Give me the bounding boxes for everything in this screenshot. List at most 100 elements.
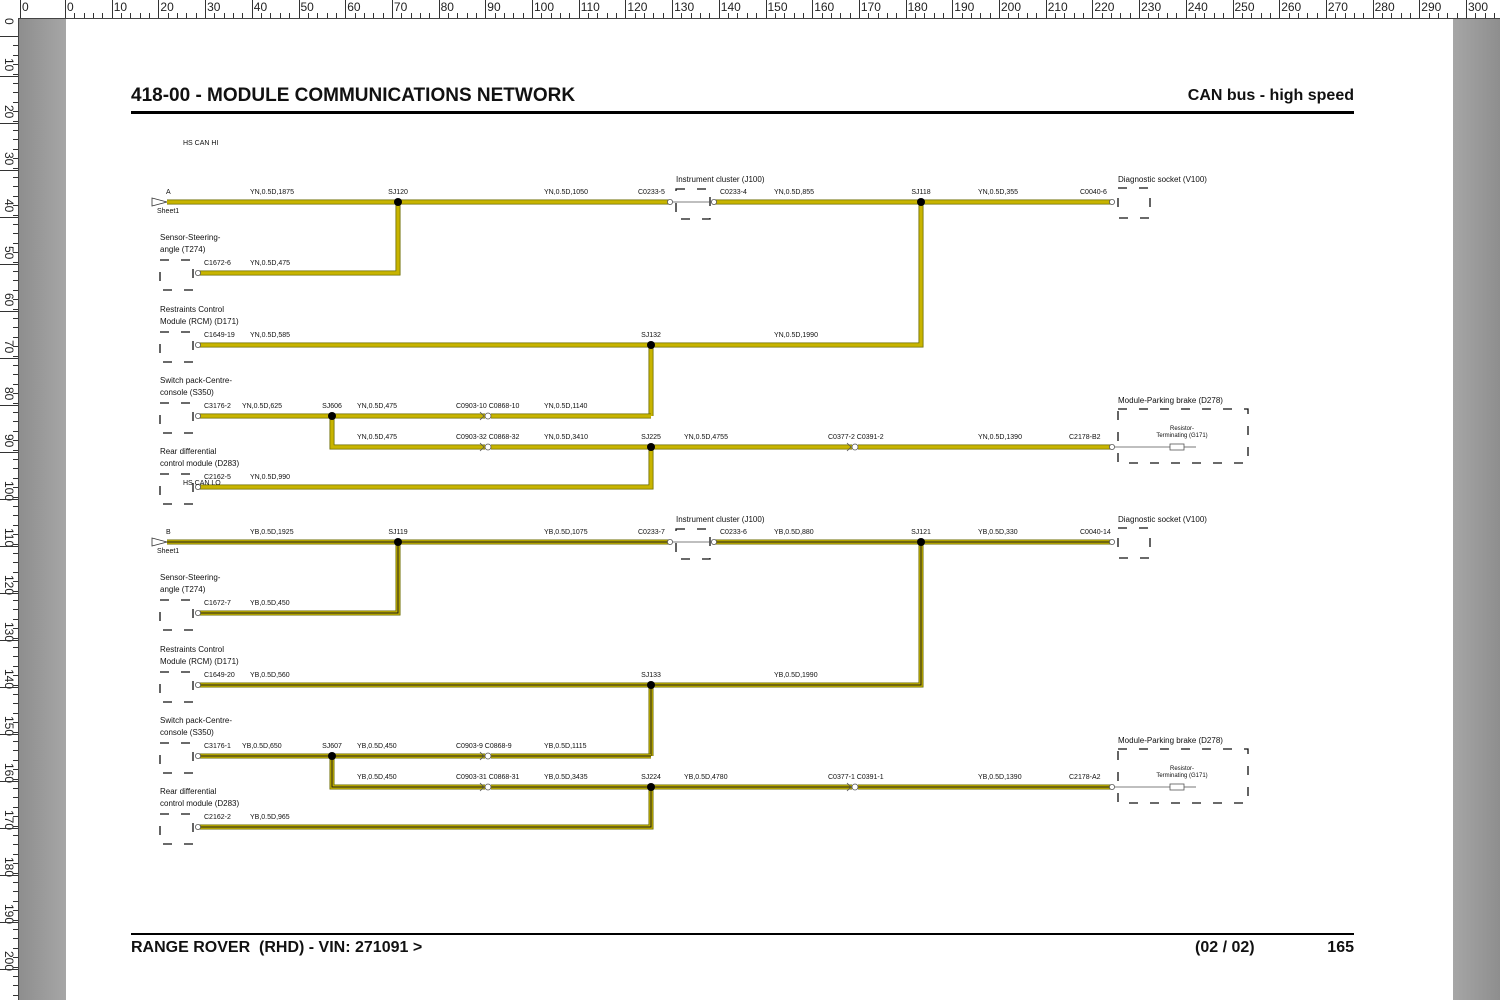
branch-wire: [198, 787, 653, 829]
ruler-top-label: 280: [1374, 0, 1395, 14]
ruler-tick: [0, 405, 18, 406]
ruler-minor-tick: [681, 13, 683, 18]
connector-label: C0040-14: [1080, 529, 1111, 536]
ruler-minor-tick: [13, 675, 18, 677]
ruler-minor-tick: [13, 261, 18, 263]
ruler-minor-tick: [13, 835, 18, 836]
ruler-top-label: 200: [1001, 0, 1022, 14]
wire-label: YB,0.5D,1390: [978, 774, 1022, 781]
ruler-minor-tick: [812, 13, 814, 18]
footer-page-number: 165: [1327, 939, 1354, 956]
branch-wire: [198, 447, 653, 489]
ruler-minor-tick: [588, 13, 590, 18]
ruler-minor-tick: [13, 73, 18, 75]
inline-connector: [484, 443, 492, 451]
ruler-minor-tick: [13, 515, 18, 517]
diagnostic-socket-label: Diagnostic socket (V100): [1118, 175, 1207, 184]
ruler-minor-tick: [13, 346, 18, 348]
wire-label: YB,0.5D,450: [357, 774, 397, 781]
ruler-top-label: 40: [253, 0, 268, 14]
ruler-minor-tick: [13, 571, 18, 573]
ruler-top-label: 100: [534, 0, 555, 14]
switch-pack-box: [159, 402, 194, 434]
ruler-minor-tick: [849, 13, 851, 18]
document-page: 418-00 - MODULE COMMUNICATIONS NETWORK C…: [66, 19, 1453, 1000]
wire-label: YN,0.5D,585: [250, 332, 290, 339]
ruler-minor-tick: [625, 13, 627, 18]
connector-pin: [194, 269, 201, 276]
ruler-minor-tick: [886, 13, 888, 18]
splice-node: [394, 198, 402, 206]
switch-pack-label: Switch pack-Centre-: [160, 376, 232, 385]
ruler-minor-tick: [1260, 13, 1262, 18]
ruler-minor-tick: [13, 778, 18, 780]
ruler-minor-tick: [1475, 13, 1477, 18]
ruler-top-label: 290: [1421, 0, 1442, 14]
switch-pack-box: [159, 742, 194, 774]
ruler-top-label: 250: [1234, 0, 1255, 14]
ruler-minor-tick: [1335, 13, 1337, 18]
wire-label: YN,0.5D,355: [978, 189, 1018, 196]
ruler-minor-tick: [13, 64, 18, 66]
ruler-minor-tick: [205, 13, 207, 18]
connector-label: C0233-4: [720, 189, 747, 196]
ruler-minor-tick: [13, 543, 18, 545]
ruler-minor-tick: [933, 13, 935, 18]
ruler-minor-tick: [13, 985, 18, 987]
ruler-minor-tick: [13, 252, 18, 254]
branch-wire: [330, 416, 485, 449]
ruler-tick: [0, 922, 18, 923]
ruler-minor-tick: [569, 13, 571, 18]
ruler-top-label: 140: [720, 0, 741, 14]
ruler-minor-tick: [634, 13, 636, 18]
ruler-minor-tick: [13, 647, 18, 648]
ruler-minor-tick: [1494, 13, 1496, 18]
ruler-minor-tick: [13, 83, 18, 84]
ruler-top-label: 10: [113, 0, 128, 14]
splice-node: [647, 443, 655, 451]
ruler-minor-tick: [279, 13, 281, 18]
ruler-top-label: 210: [1047, 0, 1068, 14]
branch-wire-stripe: [651, 542, 922, 686]
ruler-minor-tick: [821, 13, 823, 18]
connector-pin: [1109, 784, 1116, 791]
ruler-tick: [20, 0, 21, 18]
ruler-minor-tick: [13, 910, 18, 912]
ruler-tick: [0, 123, 18, 124]
ruler-minor-tick: [1419, 13, 1421, 18]
ruler-minor-tick: [13, 600, 18, 601]
ruler-minor-tick: [410, 13, 412, 18]
splice-label: SJ607: [322, 743, 342, 750]
ruler-minor-tick: [13, 882, 18, 883]
ruler-minor-tick: [121, 13, 123, 18]
switch-pack-label: console (S350): [160, 728, 214, 737]
wiring-diagram: HS CAN HI A Sheet1 SJ120 SJ118 SJ132 SJ606 SJ22…: [151, 140, 1249, 845]
ruler-minor-tick: [840, 13, 842, 18]
ruler-minor-tick: [13, 224, 18, 225]
wire-label: YN,0.5D,4755: [684, 434, 728, 441]
branch-wire-stripe: [331, 756, 485, 788]
ruler-minor-tick: [13, 139, 18, 141]
ruler-minor-tick: [13, 609, 18, 611]
ruler-minor-tick: [1344, 13, 1346, 18]
ruler-minor-tick: [802, 13, 804, 18]
wire-label: YB,0.5D,650: [242, 743, 282, 750]
wire-label: YB,0.5D,4780: [684, 774, 728, 781]
ruler-minor-tick: [13, 148, 18, 150]
ruler-minor-tick: [1428, 13, 1430, 18]
ruler-minor-tick: [961, 13, 963, 18]
ruler-minor-tick: [1092, 13, 1094, 18]
ruler-minor-tick: [13, 665, 18, 667]
wire-label: YB,0.5D,965: [250, 814, 290, 821]
page-margin-left: [19, 19, 66, 1000]
steering-angle-sensor-label: angle (T274): [160, 245, 206, 254]
splice-node: [394, 538, 402, 546]
restraints-control-module-label: Module (RCM) (D171): [160, 657, 239, 666]
ruler-minor-tick: [1195, 13, 1197, 18]
ruler-minor-tick: [13, 806, 18, 808]
rear-differential-module-box: [159, 813, 194, 845]
restraints-control-module-label: Module (RCM) (D171): [160, 317, 239, 326]
ruler-tick: [0, 969, 18, 970]
ruler-tick: [0, 217, 18, 218]
ruler-left-label: 0: [2, 18, 16, 25]
